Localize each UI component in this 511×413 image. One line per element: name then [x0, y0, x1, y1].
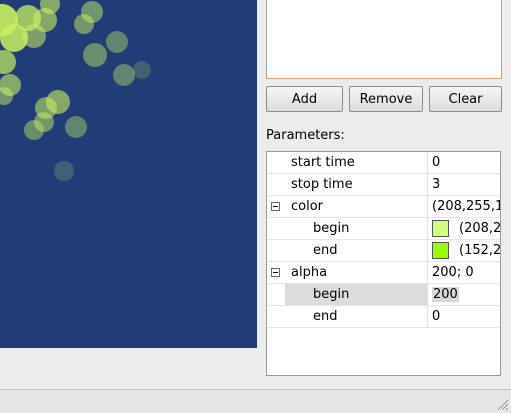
param-value[interactable]: 3 [432, 177, 500, 192]
parameters-label: Parameters: [266, 128, 345, 143]
param-value[interactable]: (208,255,1 [432, 199, 500, 214]
param-value[interactable]: 200; 0 [432, 265, 500, 280]
param-name: end [313, 309, 338, 324]
resize-grip-icon[interactable] [495, 397, 509, 411]
particle-list[interactable] [266, 0, 502, 79]
particle-preview-canvas [0, 0, 151, 181]
add-button[interactable]: Add [266, 86, 343, 112]
param-value[interactable]: (152,2 [459, 243, 500, 258]
tree-row-stop-time[interactable]: stop time 3 [267, 174, 500, 196]
status-bar [0, 389, 511, 413]
param-name: color [291, 199, 324, 214]
particle-preview [0, 0, 257, 348]
tree-row-color-end[interactable]: end (152,2 [267, 240, 500, 262]
tree-row-alpha-begin[interactable]: begin 200 [267, 284, 500, 306]
clear-button[interactable]: Clear [429, 86, 502, 112]
param-name: end [313, 243, 338, 258]
collapse-icon[interactable] [271, 268, 280, 277]
tree-row-alpha[interactable]: alpha 200; 0 [267, 262, 500, 284]
param-name: begin [313, 221, 350, 236]
color-swatch[interactable] [432, 242, 449, 259]
color-swatch[interactable] [432, 220, 449, 237]
param-name: stop time [291, 177, 353, 192]
remove-button[interactable]: Remove [349, 86, 423, 112]
parameters-tree[interactable]: start time 0 stop time 3 color (208,255,… [266, 151, 501, 376]
tree-row-alpha-end[interactable]: end 0 [267, 306, 500, 328]
param-name: alpha [291, 265, 328, 280]
param-name: start time [291, 155, 355, 170]
tree-row-color[interactable]: color (208,255,1 [267, 196, 500, 218]
param-value[interactable]: 0 [432, 309, 500, 324]
param-value-editor[interactable]: 200 [432, 287, 500, 302]
collapse-icon[interactable] [271, 202, 280, 211]
param-value[interactable]: (208,2 [459, 221, 500, 236]
param-name: begin [313, 287, 350, 302]
tree-row-start-time[interactable]: start time 0 [267, 152, 500, 174]
param-value[interactable]: 0 [432, 155, 500, 170]
tree-row-color-begin[interactable]: begin (208,2 [267, 218, 500, 240]
param-value[interactable]: 200 [432, 287, 459, 302]
